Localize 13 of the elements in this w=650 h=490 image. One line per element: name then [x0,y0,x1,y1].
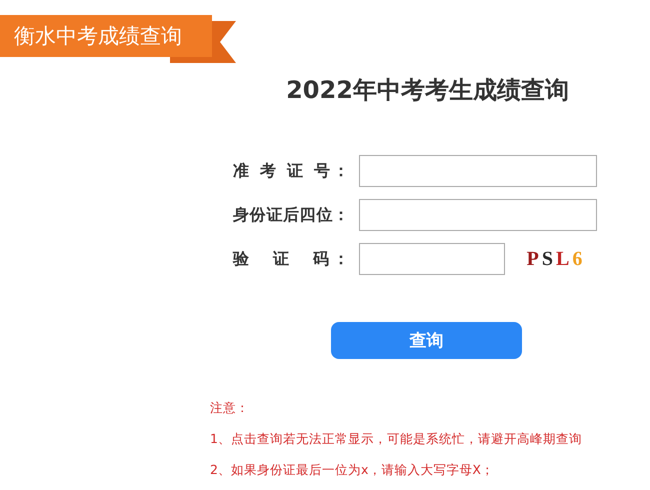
field-label: 身份证后四位： [233,204,349,226]
field-label: 验 证 码： [233,248,349,270]
captcha-field[interactable] [359,243,505,275]
banner-title: 衡水中考成绩查询 [0,15,212,57]
captcha-image: P SL 6 [526,246,584,272]
field-label: 准 考 证 号： [233,160,349,182]
input-field[interactable] [359,199,597,231]
input-field[interactable] [359,155,597,187]
notice-text: 1、点击查询若无法正常显示，可能是系统忙，请避开高峰期查询 [210,431,582,448]
notice-text: 2、如果身份证最后一位为x，请输入大写字母X； [210,462,495,479]
notice-text: 注意： [210,400,250,417]
page-heading: 2022年中考考生成绩查询 [285,75,570,106]
query-button[interactable]: 查询 [331,322,522,359]
